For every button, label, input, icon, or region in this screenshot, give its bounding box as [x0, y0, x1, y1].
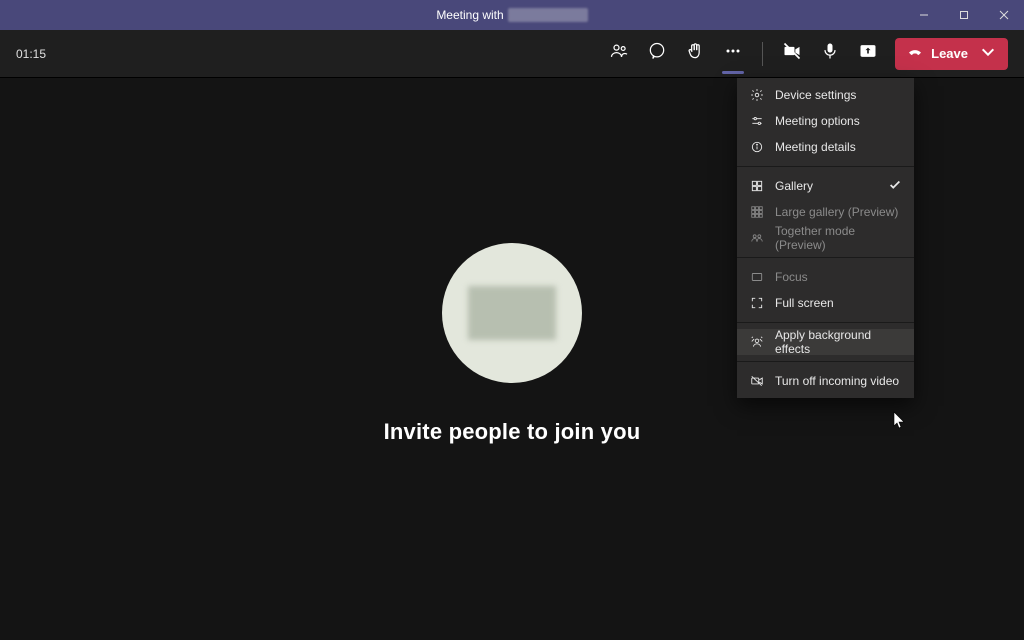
more-actions-menu: Device settings Meeting options Meeting …	[737, 78, 914, 398]
menu-label: Meeting options	[775, 114, 860, 128]
menu-label: Focus	[775, 270, 808, 284]
call-timer: 01:15	[16, 47, 46, 61]
close-button[interactable]	[984, 0, 1024, 30]
menu-device-settings[interactable]: Device settings	[737, 82, 914, 108]
share-button[interactable]	[851, 37, 885, 71]
invite-message: Invite people to join you	[384, 419, 641, 445]
titlebar: Meeting with	[0, 0, 1024, 30]
menu-turn-off-incoming-video[interactable]: Turn off incoming video	[737, 368, 914, 394]
chat-icon	[647, 41, 667, 66]
check-icon	[888, 178, 902, 195]
menu-divider	[737, 257, 914, 258]
window-title: Meeting with	[436, 8, 587, 22]
people-icon	[609, 41, 629, 66]
info-icon	[749, 139, 765, 155]
chat-button[interactable]	[640, 37, 674, 71]
menu-label: Gallery	[775, 179, 813, 193]
menu-divider	[737, 361, 914, 362]
menu-label: Full screen	[775, 296, 834, 310]
mouse-cursor	[890, 411, 906, 436]
focus-icon	[749, 269, 765, 285]
teams-meeting-window: Meeting with 01:15	[0, 0, 1024, 640]
participant-name-redacted	[508, 8, 588, 22]
menu-apply-background-effects[interactable]: Apply background effects	[737, 329, 914, 355]
grid-icon	[749, 178, 765, 194]
menu-together-mode: Together mode (Preview)	[737, 225, 914, 251]
menu-meeting-options[interactable]: Meeting options	[737, 108, 914, 134]
window-title-prefix: Meeting with	[436, 8, 503, 22]
menu-divider	[737, 166, 914, 167]
meeting-toolbar: 01:15	[0, 30, 1024, 78]
menu-gallery[interactable]: Gallery	[737, 173, 914, 199]
more-icon	[723, 41, 743, 66]
menu-label: Device settings	[775, 88, 856, 102]
leave-button[interactable]: Leave	[895, 38, 1008, 70]
gear-icon	[749, 87, 765, 103]
avatar-image-redacted	[468, 286, 556, 340]
camera-toggle-button[interactable]	[775, 37, 809, 71]
menu-label: Large gallery (Preview)	[775, 205, 898, 219]
participants-button[interactable]	[602, 37, 636, 71]
more-actions-button[interactable]	[716, 37, 750, 71]
chevron-down-icon	[980, 44, 996, 63]
window-controls	[904, 0, 1024, 30]
menu-label: Together mode (Preview)	[775, 224, 902, 252]
fullscreen-icon	[749, 295, 765, 311]
menu-meeting-details[interactable]: Meeting details	[737, 134, 914, 160]
background-effects-icon	[749, 334, 765, 350]
together-icon	[749, 230, 765, 246]
camera-off-icon	[782, 41, 802, 66]
leave-label: Leave	[931, 46, 968, 61]
menu-label: Meeting details	[775, 140, 856, 154]
share-screen-icon	[858, 41, 878, 66]
menu-divider	[737, 322, 914, 323]
hangup-icon	[907, 44, 923, 63]
minimize-button[interactable]	[904, 0, 944, 30]
menu-full-screen[interactable]: Full screen	[737, 290, 914, 316]
meeting-stage: Invite people to join you Device setting…	[0, 78, 1024, 640]
menu-large-gallery: Large gallery (Preview)	[737, 199, 914, 225]
sliders-icon	[749, 113, 765, 129]
maximize-button[interactable]	[944, 0, 984, 30]
mic-toggle-button[interactable]	[813, 37, 847, 71]
raise-hand-icon	[685, 41, 705, 66]
participant-avatar	[442, 243, 582, 383]
video-off-icon	[749, 373, 765, 389]
menu-focus: Focus	[737, 264, 914, 290]
reactions-button[interactable]	[678, 37, 712, 71]
menu-label: Apply background effects	[775, 328, 902, 356]
mic-icon	[820, 41, 840, 66]
large-grid-icon	[749, 204, 765, 220]
active-menu-indicator	[722, 71, 744, 74]
menu-label: Turn off incoming video	[775, 374, 899, 388]
toolbar-separator	[762, 42, 763, 66]
